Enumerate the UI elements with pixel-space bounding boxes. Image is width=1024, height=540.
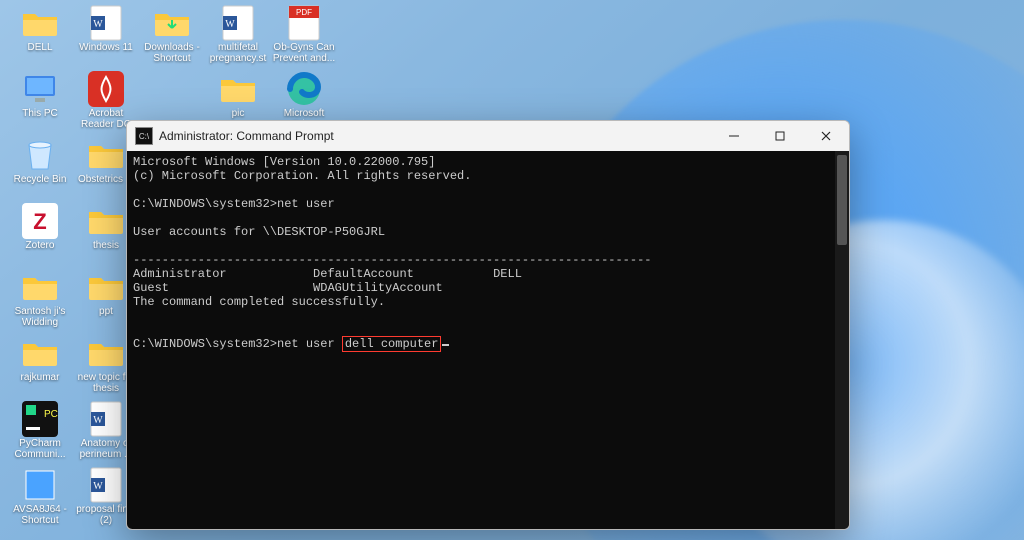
folder-icon xyxy=(21,334,59,372)
folder-icon xyxy=(87,202,125,240)
svg-text:W: W xyxy=(93,415,103,426)
desktop-icon-label: Santosh ji's Widding xyxy=(8,306,72,328)
term-cmd: net user xyxy=(277,337,342,351)
desktop-icon-label: Windows 11 xyxy=(79,42,133,53)
svg-text:W: W xyxy=(225,19,235,30)
term-prompt: C:\WINDOWS\system32> xyxy=(133,197,277,211)
folder-arrow-icon xyxy=(153,4,191,42)
desktop-icon-label: Downloads - Shortcut xyxy=(140,42,204,64)
desktop-icon-santosh-wedding[interactable]: Santosh ji's Widding xyxy=(8,268,72,334)
term-line: User accounts for \\DESKTOP-P50GJRL xyxy=(133,225,385,239)
folder-icon xyxy=(87,136,125,174)
desktop-icon-pycharm[interactable]: PC PyCharm Communi... xyxy=(8,400,72,466)
desktop-icon-downloads-shortcut[interactable]: Downloads - Shortcut xyxy=(140,4,204,70)
pdf-icon: PDF xyxy=(285,4,323,42)
term-line: (c) Microsoft Corporation. All rights re… xyxy=(133,169,471,183)
desktop-icon-label: Ob-Gyns Can Prevent and... xyxy=(272,42,336,64)
desktop-icon-label: AVSA8J64 - Shortcut xyxy=(8,504,72,526)
desktop-icon-label: Recycle Bin xyxy=(14,174,67,185)
word-icon: W xyxy=(87,466,125,504)
pc-icon xyxy=(21,70,59,108)
zotero-icon: Z xyxy=(21,202,59,240)
minimize-button[interactable] xyxy=(711,121,757,151)
titlebar[interactable]: C:\ Administrator: Command Prompt xyxy=(127,121,849,151)
word-icon: W xyxy=(87,4,125,42)
svg-text:Z: Z xyxy=(33,209,46,234)
bin-icon xyxy=(21,136,59,174)
term-cell: Administrator DefaultAccount DELL xyxy=(133,267,522,281)
folder-icon xyxy=(21,268,59,306)
svg-text:W: W xyxy=(93,481,103,492)
desktop-icon-windows11-doc[interactable]: W Windows 11 xyxy=(74,4,138,70)
terminal[interactable]: Microsoft Windows [Version 10.0.22000.79… xyxy=(127,151,849,530)
folder-icon xyxy=(219,70,257,108)
svg-text:PC: PC xyxy=(44,409,58,420)
desktop-icon-multifetal[interactable]: Wmultifetal pregnancy.st xyxy=(206,4,270,70)
pycharm-icon: PC xyxy=(21,400,59,438)
desktop-icon-label: rajkumar xyxy=(21,372,60,383)
square-icon xyxy=(21,466,59,504)
desktop-icon-rajkumar[interactable]: rajkumar xyxy=(8,334,72,400)
scrollbar-thumb[interactable] xyxy=(837,155,847,245)
svg-text:PDF: PDF xyxy=(296,8,312,17)
desktop-icon-zotero[interactable]: Z Zotero xyxy=(8,202,72,268)
terminal-scrollbar[interactable] xyxy=(835,151,849,530)
desktop-icon-label: thesis xyxy=(93,240,119,251)
folder-icon xyxy=(21,4,59,42)
term-cell: Guest WDAGUtilityAccount xyxy=(133,281,443,295)
term-prompt: C:\WINDOWS\system32> xyxy=(133,337,277,351)
desktop[interactable]: DELL This PC Recycle Bin Z Zotero Santosh ji'… xyxy=(0,0,1024,540)
cmd-window: C:\ Administrator: Command Prompt Micros… xyxy=(126,120,850,530)
maximize-button[interactable] xyxy=(757,121,803,151)
acrobat-icon xyxy=(87,70,125,108)
desktop-icon-dell-folder[interactable]: DELL xyxy=(8,4,72,70)
folder-icon xyxy=(87,334,125,372)
window-title: Administrator: Command Prompt xyxy=(159,129,334,143)
term-line: ----------------------------------------… xyxy=(133,253,651,267)
term-cmd: net user xyxy=(277,197,335,211)
highlighted-argument: dell computer xyxy=(342,336,442,352)
desktop-icon-label: multifetal pregnancy.st xyxy=(206,42,270,64)
desktop-icon-label: ppt xyxy=(99,306,113,317)
text-cursor xyxy=(442,344,449,346)
edge-icon xyxy=(285,70,323,108)
desktop-icon-label: This PC xyxy=(22,108,58,119)
desktop-icon-obgyns[interactable]: PDF Ob-Gyns Can Prevent and... xyxy=(272,4,336,70)
svg-text:W: W xyxy=(93,19,103,30)
word-icon: W xyxy=(219,4,257,42)
desktop-icon-avsasud4[interactable]: AVSA8J64 - Shortcut xyxy=(8,466,72,532)
term-line: The command completed successfully. xyxy=(133,295,385,309)
desktop-icon-recycle-bin[interactable]: Recycle Bin xyxy=(8,136,72,202)
word-icon: W xyxy=(87,400,125,438)
cmd-icon: C:\ xyxy=(135,127,153,145)
folder-icon xyxy=(87,268,125,306)
desktop-icon-label: DELL xyxy=(27,42,52,53)
desktop-icon-label: Zotero xyxy=(26,240,55,251)
desktop-icon-this-pc[interactable]: This PC xyxy=(8,70,72,136)
desktop-icon-label: pic xyxy=(232,108,245,119)
desktop-icon-label: PyCharm Communi... xyxy=(8,438,72,460)
term-line: Microsoft Windows [Version 10.0.22000.79… xyxy=(133,155,435,169)
close-button[interactable] xyxy=(803,121,849,151)
